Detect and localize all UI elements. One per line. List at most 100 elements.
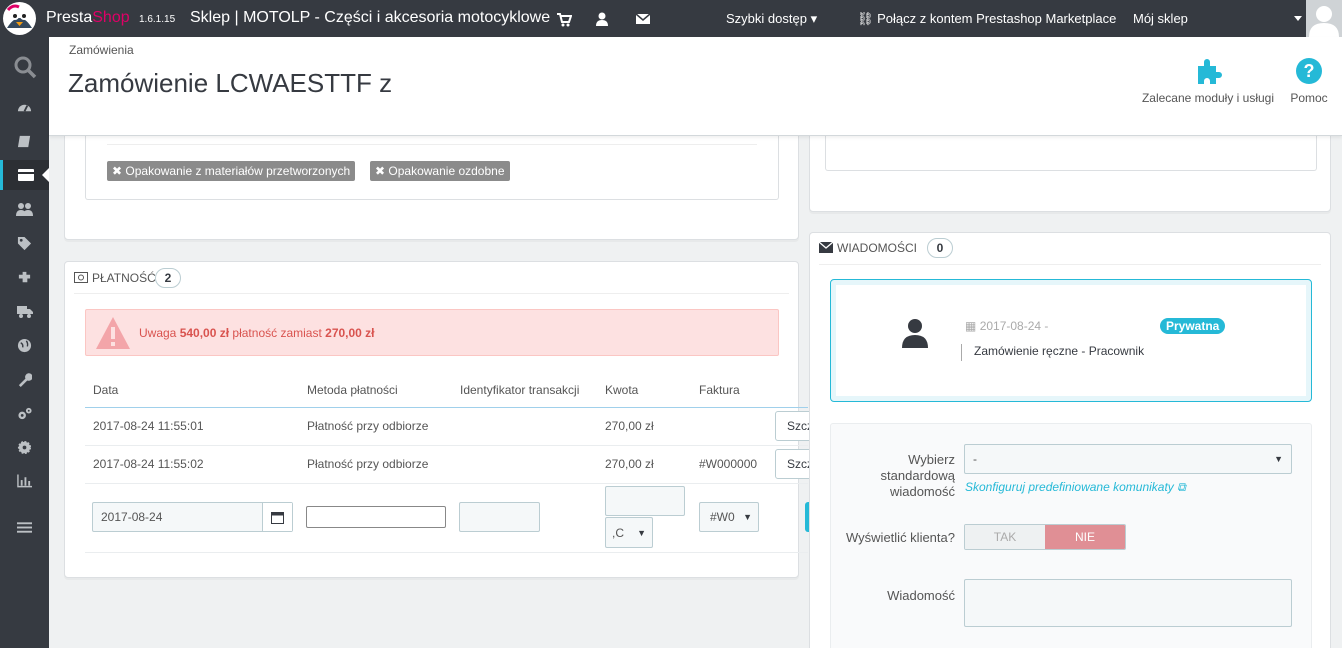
table-row: 2017-08-24 11:55:02 Płatność przy odbior… [85, 445, 808, 484]
predefined-message-value: - [973, 452, 977, 466]
external-link-icon: ⧉ [1177, 480, 1186, 494]
prestashop-logo[interactable] [3, 2, 36, 35]
warning-amount-paid: 540,00 zł [179, 326, 230, 340]
payment-date-input[interactable]: 2017-08-24 [92, 502, 293, 532]
brand-presta: Presta [46, 9, 93, 26]
version-label: 1.6.1.15 [139, 14, 176, 25]
puzzle-icon [1198, 59, 1222, 84]
caret-down-icon: ▾ [810, 11, 818, 26]
puzzle-icon [18, 271, 31, 282]
warning-mid: płatność zamiast [232, 326, 322, 340]
link-icon: ⛓ [857, 11, 874, 26]
remove-icon: ✖ [112, 164, 123, 178]
money-icon [74, 272, 88, 283]
sidebar-item-modules[interactable] [0, 262, 49, 292]
cell-method: Płatność przy odbiorze [299, 445, 452, 484]
cell-amount: 270,00 zł [597, 445, 691, 484]
payment-panel: Płatność 2 Uwaga 540,00 zł płatność zami… [64, 261, 815, 578]
cart-icon[interactable] [556, 11, 572, 27]
recommended-modules-button[interactable]: Zalecane moduły i usługi [1138, 57, 1278, 105]
menu-icon [17, 521, 32, 533]
payment-method-input[interactable] [306, 506, 446, 528]
col-transaction: Identyfikator transakcji [452, 373, 597, 408]
payment-panel-heading: Płatność 2 [74, 262, 789, 294]
sidebar-item-preferences[interactable] [0, 364, 49, 394]
marketplace-link[interactable]: ⛓ Połącz z kontem Prestashop Marketplace [857, 11, 1116, 27]
page-title: Zamówienie LCWAESTTF z [68, 68, 393, 98]
svg-text:?: ? [1304, 61, 1315, 81]
label-message: Wiadomość [887, 588, 955, 603]
configure-messages-link[interactable]: Skonfiguruj predefiniowane komunikaty ⧉ [965, 480, 1186, 495]
sidebar-item-stats[interactable] [0, 466, 49, 496]
divider [107, 144, 757, 145]
private-badge: Prywatna [1160, 318, 1226, 334]
book-icon [17, 135, 31, 147]
message-date-text: 2017-08-24 - [979, 319, 1049, 333]
tag-gift-wrapping: ✖ Opakowanie ozdobne [370, 161, 510, 181]
label-choose-message: Wybierz standardową wiadomość [880, 452, 955, 499]
brand-name[interactable]: PrestaShop [46, 9, 130, 27]
sidebar-item-shipping[interactable] [0, 296, 49, 326]
sidebar-collapse-toggle[interactable] [0, 512, 49, 542]
top-navbar: PrestaShop 1.6.1.15 Sklep | MOTOLP - Czę… [0, 0, 1342, 37]
payment-count-badge: 2 [155, 268, 181, 288]
cell-transaction [452, 407, 597, 446]
sidebar-item-administration[interactable] [0, 432, 49, 462]
sidebar-item-localization[interactable] [0, 330, 49, 360]
switch-yes[interactable]: TAK [965, 525, 1045, 549]
user-icon[interactable] [594, 11, 610, 27]
col-date: Data [85, 373, 299, 408]
remove-icon: ✖ [375, 164, 386, 178]
warning-amount-due: 270,00 zł [325, 326, 375, 340]
sidebar-item-price-rules[interactable] [0, 228, 49, 258]
sidebar-search[interactable] [0, 52, 49, 82]
sidebar-item-advanced[interactable] [0, 398, 49, 428]
sidebar-item-customers[interactable] [0, 194, 49, 224]
shop-name-link[interactable]: Sklep | MOTOLP - Części i akcesoria moto… [190, 9, 550, 27]
sidebar-item-catalog[interactable] [0, 126, 49, 156]
cell-date: 2017-08-24 11:55:02 [85, 445, 299, 484]
message-textarea[interactable] [964, 579, 1292, 627]
calendar-icon: ▦ [965, 319, 977, 333]
message-item: ▦ 2017-08-24 - Prywatna Zamówienie ręczn… [830, 279, 1312, 402]
quick-access-dropdown[interactable]: Szybki dostęp ▾ [726, 11, 817, 27]
switch-no[interactable]: NIE [1045, 525, 1125, 549]
globe-icon [17, 338, 32, 352]
gear-icon [17, 440, 32, 454]
recommended-modules-label: Zalecane moduły i usługi [1141, 91, 1275, 105]
configure-link-label: Skonfiguruj predefiniowane komunikaty [965, 480, 1174, 494]
new-message-form: Wybierz standardową wiadomość - ▼ Skonfi… [830, 423, 1312, 648]
marketplace-label: Połącz z kontem Prestashop Marketplace [877, 11, 1117, 26]
quick-access-label: Szybki dostęp [726, 11, 807, 26]
credit-card-icon [18, 169, 34, 181]
question-circle-icon: ? [1296, 58, 1322, 84]
envelope-icon[interactable] [635, 11, 651, 27]
help-button[interactable]: ? Pomoc [1286, 57, 1332, 105]
employee-avatar[interactable] [1306, 0, 1342, 37]
cell-transaction [452, 445, 597, 484]
messages-count-badge: 0 [927, 238, 953, 258]
my-shop-link[interactable]: Mój sklep [1133, 11, 1188, 26]
currency-select[interactable]: ,C ▼ [605, 517, 653, 548]
show-customer-switch[interactable]: TAK NIE [964, 524, 1126, 550]
payment-table-header: Data Metoda płatności Identyfikator tran… [85, 373, 808, 408]
label-show-customer: Wyświetlić klienta? [846, 530, 955, 545]
invoice-select[interactable]: #W0 ▼ [699, 502, 759, 532]
payment-warning-text: Uwaga 540,00 zł płatność zamiast 270,00 … [139, 326, 375, 340]
col-method: Metoda płatności [299, 373, 452, 408]
employee-menu-caret-icon[interactable] [1294, 16, 1302, 21]
sidebar-item-orders[interactable] [0, 160, 49, 190]
cell-method: Płatność przy odbiorze [299, 407, 452, 446]
transaction-id-input[interactable] [459, 502, 540, 532]
payment-amount-input[interactable] [605, 486, 685, 516]
sidebar-item-dashboard[interactable] [0, 92, 49, 122]
bar-chart-icon [17, 474, 32, 488]
truck-icon [16, 305, 33, 318]
order-extra-panel: ✖ Opakowanie z materiałów przetworzonych… [64, 120, 799, 240]
breadcrumb[interactable]: Zamówienia [69, 43, 134, 57]
calendar-icon[interactable] [262, 503, 292, 531]
payment-heading-title: Płatność [92, 271, 156, 285]
tags-icon [17, 236, 32, 250]
users-icon [16, 202, 33, 216]
predefined-message-select[interactable]: - ▼ [964, 444, 1292, 474]
